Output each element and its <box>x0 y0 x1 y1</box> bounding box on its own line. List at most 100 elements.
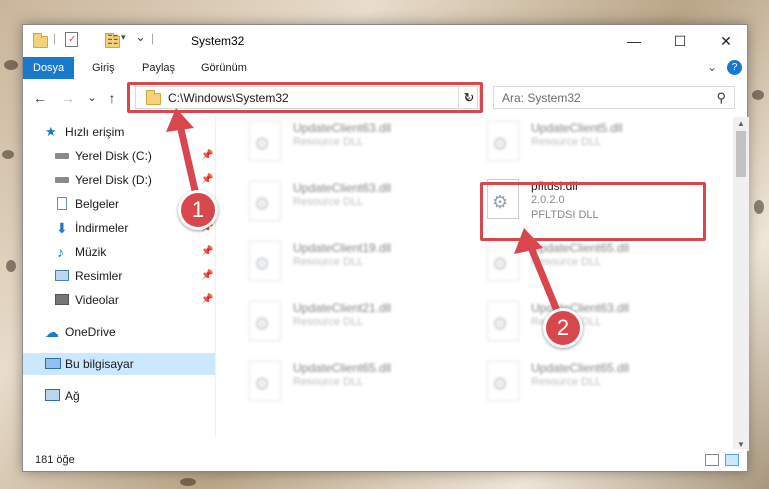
dll-file-icon <box>249 181 281 221</box>
sidebar-item-label: Resimler <box>75 269 123 283</box>
file-item[interactable]: UpdateClient65.dll Resource DLL <box>241 357 471 413</box>
background-spot <box>754 200 764 214</box>
pin-icon: 📌 <box>201 270 214 281</box>
background-spot <box>6 260 16 272</box>
back-button[interactable]: ← <box>31 89 49 107</box>
sidebar-item-quick-access[interactable]: ★ Hızlı erişim <box>23 121 215 143</box>
dll-file-icon <box>249 361 281 401</box>
details-view-icon[interactable] <box>705 454 719 466</box>
scroll-up-icon[interactable]: ▲ <box>733 119 749 128</box>
minimize-button[interactable]: — <box>611 25 657 57</box>
file-name: UpdateClient65.dll <box>531 241 630 255</box>
tab-view[interactable]: Görünüm <box>191 57 257 79</box>
star-icon: ★ <box>45 124 57 139</box>
background-spot <box>180 478 196 486</box>
file-item[interactable]: UpdateClient63.dll Resource DLL <box>241 177 471 233</box>
search-icon[interactable]: ⚲ <box>716 90 726 106</box>
sidebar-item-label: Ağ <box>65 389 80 403</box>
file-description: Resource DLL <box>531 136 602 148</box>
dll-file-icon <box>249 301 281 341</box>
vertical-scrollbar[interactable]: ▲ ▼ <box>733 117 749 451</box>
network-icon <box>45 389 60 401</box>
tab-home[interactable]: Giriş <box>82 57 125 79</box>
file-item[interactable]: UpdateClient19.dll Resource DLL <box>241 237 471 293</box>
ribbon-tabs: Dosya Giriş Paylaş Görünüm ⌄ ? <box>23 57 747 79</box>
scroll-down-icon[interactable]: ▼ <box>733 440 749 449</box>
file-item[interactable]: UpdateClient21.dll Resource DLL <box>241 297 471 353</box>
customize-toolbar-icon[interactable]: ☷ <box>107 32 119 48</box>
sidebar-item-label: İndirmeler <box>75 221 129 235</box>
drive-icon <box>55 177 69 183</box>
recent-locations-button[interactable]: ⌄ <box>83 89 101 107</box>
documents-icon <box>57 197 67 210</box>
sidebar-item-label: Müzik <box>75 245 107 259</box>
file-description: Resource DLL <box>293 196 364 208</box>
search-box[interactable]: Ara: System32 ⚲ <box>493 86 735 109</box>
dll-file-icon <box>487 241 519 281</box>
quick-access-menu-icon[interactable]: ⌄ <box>135 29 146 45</box>
pin-icon: 📌 <box>201 174 214 185</box>
scrollbar-thumb[interactable] <box>736 131 746 177</box>
sidebar-item-label: Yerel Disk (C:) <box>75 149 152 163</box>
up-button[interactable]: ↑ <box>103 89 121 107</box>
file-name: UpdateClient21.dll <box>293 301 392 315</box>
background-spot <box>4 60 18 70</box>
file-item[interactable]: UpdateClient65.dll Resource DLL <box>479 357 709 413</box>
videos-icon <box>55 294 69 305</box>
sidebar-item-network[interactable]: Ağ <box>23 385 215 407</box>
window-title: System32 <box>191 34 245 48</box>
file-name: UpdateClient19.dll <box>293 241 392 255</box>
dll-file-icon <box>487 361 519 401</box>
background-spot <box>752 90 764 100</box>
sidebar-item-onedrive[interactable]: ☁ OneDrive <box>23 321 215 343</box>
pictures-icon <box>55 270 69 281</box>
drive-icon <box>55 153 69 159</box>
cloud-icon: ☁ <box>45 324 59 340</box>
navigation-pane: ★ Hızlı erişim Yerel Disk (C:) 📌 Yerel D… <box>23 117 215 437</box>
file-item[interactable]: UpdateClient63.dll Resource DLL <box>479 297 709 353</box>
sidebar-item-local-disk-d[interactable]: Yerel Disk (D:) 📌 <box>23 169 215 191</box>
file-description: Resource DLL <box>531 376 602 388</box>
tab-file[interactable]: Dosya <box>23 57 75 79</box>
file-item[interactable]: UpdateClient5.dll Resource DLL <box>479 117 709 173</box>
file-list: UpdateClient63.dll Resource DLL UpdateCl… <box>219 117 733 437</box>
large-icons-view-icon[interactable] <box>725 454 739 466</box>
sidebar-item-label: Belgeler <box>75 197 120 211</box>
maximize-button[interactable]: ☐ <box>657 25 703 57</box>
file-item[interactable]: UpdateClient65.dll Resource DLL <box>479 237 709 293</box>
forward-button[interactable]: → <box>59 89 77 107</box>
chevron-down-icon[interactable]: ▾ <box>121 32 126 48</box>
search-placeholder: Ara: System32 <box>502 91 581 105</box>
file-description: Resource DLL <box>293 376 364 388</box>
dll-file-icon <box>249 121 281 161</box>
tab-share[interactable]: Paylaş <box>132 57 185 79</box>
file-description: Resource DLL <box>293 136 364 148</box>
step-1-badge: 1 <box>178 190 218 230</box>
close-button[interactable]: ✕ <box>703 25 749 57</box>
computer-icon <box>45 358 61 369</box>
sidebar-item-label: OneDrive <box>65 325 116 339</box>
file-name: UpdateClient65.dll <box>531 361 630 375</box>
file-description: Resource DLL <box>293 316 364 328</box>
sidebar-item-local-disk-c[interactable]: Yerel Disk (C:) 📌 <box>23 145 215 167</box>
sidebar-item-videos[interactable]: Videolar 📌 <box>23 289 215 311</box>
file-name: UpdateClient63.dll <box>531 301 630 315</box>
sidebar-item-pictures[interactable]: Resimler 📌 <box>23 265 215 287</box>
file-name: UpdateClient5.dll <box>531 121 623 135</box>
ribbon-expand-icon[interactable]: ⌄ <box>707 60 717 74</box>
sidebar-item-music[interactable]: ♪ Müzik 📌 <box>23 241 215 263</box>
title-bar: | ✓ ☷ ▾ ⌄ | System32 — ☐ ✕ <box>23 25 747 57</box>
help-icon[interactable]: ? <box>727 60 742 75</box>
file-item[interactable]: UpdateClient63.dll Resource DLL <box>241 117 471 173</box>
status-bar: 181 öğe <box>23 449 747 471</box>
address-highlight-box <box>127 82 483 113</box>
music-icon: ♪ <box>57 244 64 260</box>
download-icon: ⬇ <box>56 220 68 236</box>
divider: | <box>53 31 57 45</box>
folder-icon <box>33 33 48 48</box>
step-2-badge: 2 <box>543 308 583 348</box>
item-count: 181 öğe <box>35 454 75 466</box>
sidebar-item-this-pc[interactable]: Bu bilgisayar <box>23 353 215 375</box>
file-name: UpdateClient65.dll <box>293 361 392 375</box>
properties-icon[interactable]: ✓ <box>65 32 78 47</box>
